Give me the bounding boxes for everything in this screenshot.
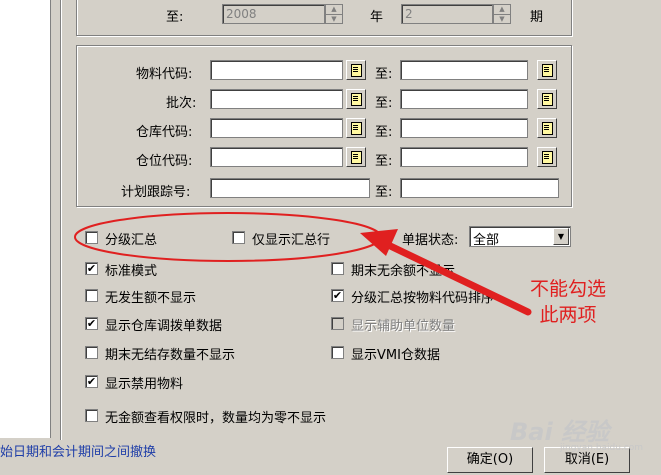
baidu-watermark: Bai 经验 (510, 418, 610, 446)
watermark-sub: jingyan.baidu.com (560, 443, 644, 453)
annotation-arrow-shaft (378, 238, 532, 316)
annotation-arrow-head (360, 229, 398, 256)
annotation-note: 不能勾选此两项 (529, 278, 606, 326)
highlight-oval (74, 212, 382, 262)
annotation-overlay (74, 212, 532, 316)
